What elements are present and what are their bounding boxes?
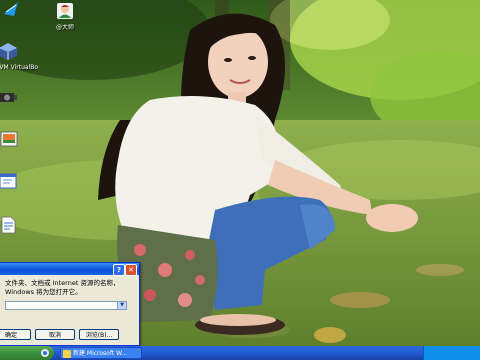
system-tray [423, 346, 480, 360]
taskbar-button-label: 新建 Microsoft W... [73, 350, 128, 357]
help-button[interactable]: ? [113, 264, 125, 276]
chevron-down-icon[interactable]: ▼ [117, 302, 126, 309]
desktop-icon-label: Oracle VM VirtualBox [0, 64, 38, 71]
image-icon [0, 131, 18, 147]
browse-button[interactable]: 浏览(B)... [79, 329, 119, 340]
document-icon [1, 216, 16, 234]
desktop-icon-window[interactable] [0, 172, 38, 194]
taskbar-button-word[interactable]: 新建 Microsoft W... [60, 347, 142, 359]
desktop-icon-virtualbox[interactable]: Oracle VM VirtualBox [0, 42, 38, 72]
desktop-icon-recycle-bin[interactable] [0, 0, 40, 22]
cancel-button[interactable]: 取消 [35, 329, 75, 340]
word-icon [63, 350, 71, 358]
quick-launch-icon[interactable] [40, 348, 50, 358]
desktop-icon-image[interactable] [0, 130, 38, 152]
dialog-titlebar[interactable]: ? ✕ [0, 263, 139, 276]
camera-icon [0, 93, 17, 102]
desktop-icon-label: @大师 [55, 24, 74, 31]
dialog-button-row: 确定 取消 浏览(B)... [0, 329, 139, 341]
desktop-icon-dashi[interactable]: @大师 [35, 2, 95, 32]
run-open-input[interactable]: ▼ [5, 301, 127, 310]
window-icon [0, 173, 17, 189]
virtualbox-icon [0, 43, 17, 60]
recycle-bin-icon [4, 2, 18, 16]
desktop-icon-camera[interactable] [0, 88, 38, 110]
run-prompt-text: 文件夹、文档或 Internet 资源的名称，Windows 将为您打开它。 [5, 279, 120, 296]
ok-button[interactable]: 确定 [0, 329, 31, 340]
desktop-icon-document[interactable] [0, 216, 38, 238]
person-icon [57, 3, 73, 19]
taskbar: 新建 Microsoft W... [0, 346, 480, 360]
close-button[interactable]: ✕ [125, 264, 137, 276]
run-dialog: ? ✕ 文件夹、文档或 Internet 资源的名称，Windows 将为您打开… [0, 262, 140, 346]
